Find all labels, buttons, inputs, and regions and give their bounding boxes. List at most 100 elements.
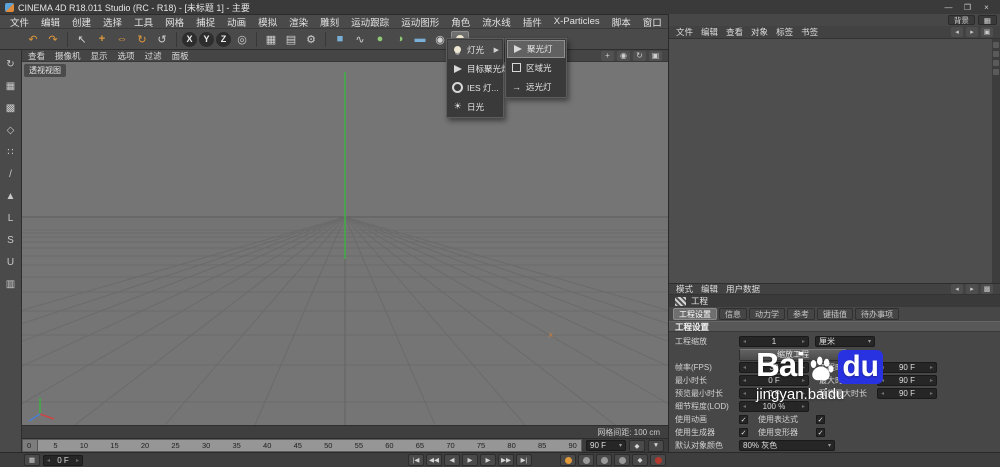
minimize-button[interactable]: — [940,1,957,13]
render-view-icon[interactable] [262,31,280,48]
viewport-canvas[interactable]: × [22,62,668,425]
default-color-select[interactable]: 80% 灰色▾ [739,440,835,451]
use-expressions-checkbox[interactable] [816,415,825,424]
vp-menu-options[interactable]: 选项 [118,50,135,62]
menu-render[interactable]: 渲染 [283,15,314,29]
goto-start-button[interactable] [408,454,424,466]
scale-project-button[interactable]: 缩放工程 [739,349,847,361]
lock-z-axis-button[interactable]: Z [216,32,231,47]
layout-grid-icon[interactable]: ▦ [978,15,997,25]
use-generators-checkbox[interactable] [739,428,748,437]
menu-sculpt[interactable]: 雕刻 [314,15,345,29]
preview-max-field[interactable]: ◂90 F▸ [877,388,937,399]
timeline-options-icon[interactable]: ▦ [24,454,40,466]
next-key-button[interactable] [498,454,514,466]
om-menu-view[interactable]: 查看 [726,26,743,38]
edges-mode-icon[interactable]: / [2,167,19,182]
redo-icon[interactable] [44,31,62,48]
menu-item-sun-light[interactable]: 日光 [448,97,502,116]
tab-info[interactable]: 信息 [719,308,747,320]
layout-chip[interactable]: 背景 [948,15,975,25]
rotate-view-icon[interactable]: ↻ [633,51,646,61]
live-selection-icon[interactable] [73,31,91,48]
fps-field[interactable]: ◂30▸ [739,362,809,373]
am-menu-userdata[interactable]: 用户数据 [726,283,760,295]
menu-item-target-spotlight[interactable]: 目标聚光灯 [448,59,502,78]
render-settings-icon[interactable] [302,31,320,48]
menu-item-light[interactable]: 灯光 ▶ [448,40,502,59]
menu-mesh[interactable]: 网格 [159,15,190,29]
menu-item-infinite-light[interactable]: 远光灯 [507,77,565,96]
viewport-solo-icon[interactable]: S [2,233,19,248]
workplane-mode-icon[interactable]: ◇ [2,123,19,138]
texture-mode-icon[interactable]: ▩ [2,101,19,116]
object-list[interactable] [669,39,992,283]
record-keyframe-button[interactable] [560,454,576,466]
menu-select[interactable]: 选择 [97,15,128,29]
panel-tab-icon[interactable] [993,42,999,48]
previous-key-button[interactable] [426,454,442,466]
model-mode-icon[interactable]: ▦ [2,79,19,94]
previous-frame-button[interactable] [444,454,460,466]
panel-tab-icon[interactable] [993,60,999,66]
menu-motion-tracker[interactable]: 运动跟踪 [345,15,395,29]
menu-item-area-light[interactable]: 区域光 [507,58,565,77]
menu-plugins[interactable]: 插件 [517,15,548,29]
menu-xparticles[interactable]: X-Particles [548,16,606,27]
am-forward-icon[interactable]: ▸ [966,284,978,294]
om-filter-icon[interactable]: ▣ [981,27,993,37]
vp-menu-cameras[interactable]: 摄像机 [55,50,81,62]
polygons-mode-icon[interactable]: ▲ [2,189,19,204]
am-lock-icon[interactable]: ▩ [981,284,993,294]
marker-icon[interactable]: ▼ [648,440,664,452]
max-time-field[interactable]: ◂90 F▸ [877,375,937,386]
project-duration-field[interactable]: ◂90 F▸ [877,362,937,373]
om-forward-icon[interactable]: ▸ [966,27,978,37]
move-tool-icon[interactable] [93,31,111,48]
enable-axis-icon[interactable]: L [2,211,19,226]
rotate-tool-icon[interactable] [133,31,151,48]
record-scale-button[interactable] [596,454,612,466]
tab-dynamics[interactable]: 动力学 [749,308,785,320]
use-animation-checkbox[interactable] [739,415,748,424]
maximize-button[interactable]: ❐ [959,1,976,13]
range-end-field[interactable]: 90 F▾ [586,440,626,451]
menu-tools[interactable]: 工具 [128,15,159,29]
om-menu-tags[interactable]: 标签 [776,26,793,38]
toggle-views-icon[interactable]: ▣ [649,51,662,61]
menu-item-spotlight[interactable]: 聚光灯 [507,40,565,58]
project-scale-field[interactable]: ◂1▸ [739,336,809,347]
last-tool-icon[interactable] [153,31,171,48]
om-menu-bookmarks[interactable]: 书签 [801,26,818,38]
project-scale-unit-select[interactable]: 厘米▾ [815,336,875,347]
menu-edit[interactable]: 编辑 [35,15,66,29]
menu-item-ies-light[interactable]: IES 灯... [448,78,502,97]
om-menu-objects[interactable]: 对象 [751,26,768,38]
record-rotation-button[interactable] [614,454,630,466]
am-menu-mode[interactable]: 模式 [676,283,693,295]
vp-menu-filter[interactable]: 过滤 [145,50,162,62]
perspective-viewport[interactable]: 查看 摄像机 显示 选项 过滤 面板 + ◉ ↻ ▣ 透视视图 [22,50,668,438]
play-button[interactable] [462,454,478,466]
autokey-button[interactable] [650,454,666,466]
preview-min-field[interactable]: ◂0 F▸ [739,388,809,399]
section-header[interactable]: 工程设置 [669,321,1000,332]
menu-simulate[interactable]: 模拟 [252,15,283,29]
render-to-picture-icon[interactable] [282,31,300,48]
locked-workplane-icon[interactable]: ▥ [2,277,19,292]
pan-view-icon[interactable]: + [601,51,614,61]
menu-script[interactable]: 脚本 [606,15,637,29]
menu-character[interactable]: 角色 [445,15,476,29]
vp-menu-display[interactable]: 显示 [91,50,108,62]
panel-tab-icon[interactable] [993,51,999,57]
timeline-ruler[interactable]: 0 5 10 15 20 25 30 35 40 45 50 55 60 65 … [22,439,582,452]
add-floor-icon[interactable] [411,31,429,48]
make-editable-icon[interactable]: ↻ [2,57,19,72]
use-deformers-checkbox[interactable] [816,428,825,437]
close-button[interactable]: × [978,1,995,13]
points-mode-icon[interactable]: ∷ [2,145,19,160]
record-parameter-button[interactable]: ◆ [632,454,648,466]
add-cube-icon[interactable] [331,31,349,48]
am-menu-edit[interactable]: 编辑 [701,283,718,295]
lod-field[interactable]: ◂100 %▸ [739,401,809,412]
